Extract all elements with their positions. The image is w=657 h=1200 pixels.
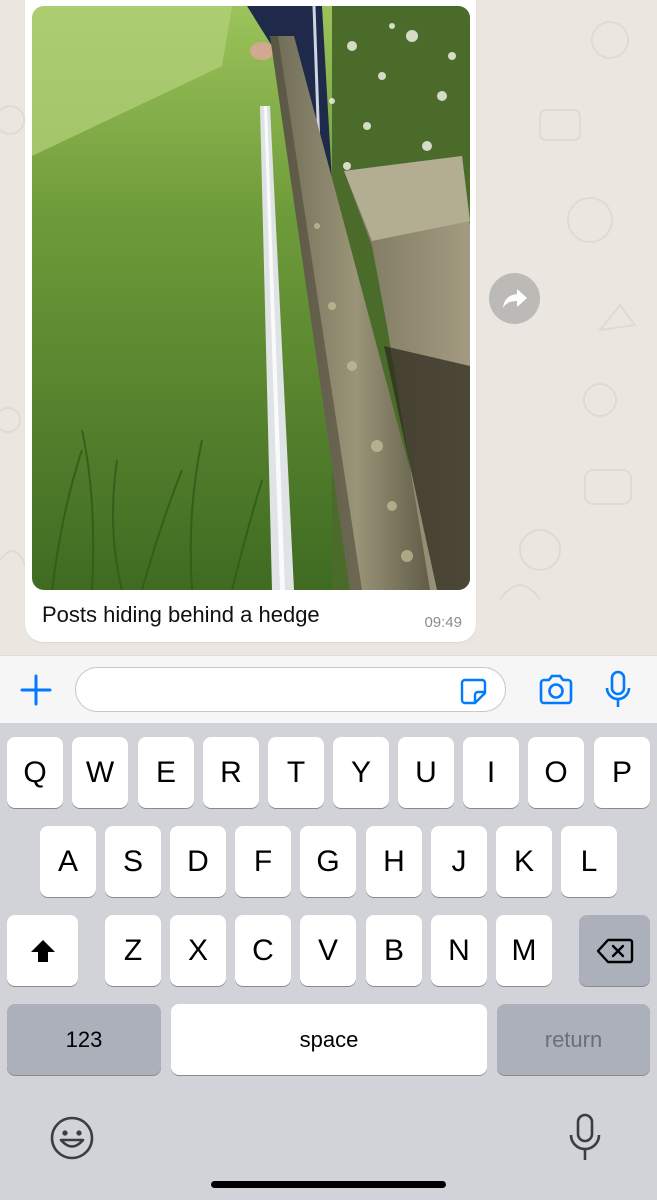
key-m[interactable]: M [496, 915, 552, 986]
home-indicator [211, 1181, 446, 1188]
key-a[interactable]: A [40, 826, 96, 897]
return-key[interactable]: return [497, 1004, 650, 1075]
message-input-bar [0, 655, 657, 724]
key-y[interactable]: Y [333, 737, 389, 808]
key-z[interactable]: Z [105, 915, 161, 986]
key-g[interactable]: G [300, 826, 356, 897]
key-s[interactable]: S [105, 826, 161, 897]
emoji-icon[interactable] [49, 1115, 95, 1161]
key-f[interactable]: F [235, 826, 291, 897]
plus-icon[interactable] [18, 672, 54, 708]
message-photo[interactable] [32, 6, 470, 590]
camera-icon[interactable] [537, 673, 575, 707]
shift-key[interactable] [7, 915, 78, 986]
message-input[interactable] [75, 667, 506, 712]
key-v[interactable]: V [300, 915, 356, 986]
sticker-icon[interactable] [458, 676, 488, 706]
message-caption: Posts hiding behind a hedge [42, 602, 320, 627]
key-w[interactable]: W [72, 737, 128, 808]
dictation-microphone-icon[interactable] [568, 1113, 602, 1163]
forward-button[interactable] [489, 273, 540, 324]
key-c[interactable]: C [235, 915, 291, 986]
message-bubble[interactable]: Posts hiding behind a hedge 09:49 [25, 0, 476, 642]
key-p[interactable]: P [594, 737, 650, 808]
key-t[interactable]: T [268, 737, 324, 808]
shift-arrow-icon [30, 939, 55, 962]
backspace-icon [596, 938, 633, 963]
key-e[interactable]: E [138, 737, 194, 808]
numbers-key[interactable]: 123 [7, 1004, 161, 1075]
key-d[interactable]: D [170, 826, 226, 897]
key-x[interactable]: X [170, 915, 226, 986]
key-q[interactable]: Q [7, 737, 63, 808]
key-o[interactable]: O [528, 737, 584, 808]
message-timestamp: 09:49 [424, 614, 462, 631]
delete-key[interactable] [579, 915, 650, 986]
key-k[interactable]: K [496, 826, 552, 897]
key-u[interactable]: U [398, 737, 454, 808]
forward-arrow-icon [502, 288, 527, 308]
key-b[interactable]: B [366, 915, 422, 986]
photo-image [32, 6, 470, 590]
space-key[interactable]: space [171, 1004, 487, 1075]
key-h[interactable]: H [366, 826, 422, 897]
key-l[interactable]: L [561, 826, 617, 897]
key-i[interactable]: I [463, 737, 519, 808]
microphone-icon[interactable] [604, 670, 632, 710]
key-j[interactable]: J [431, 826, 487, 897]
keyboard: Q W E R T Y U I O P A S D F G H J K L Z … [0, 723, 657, 1200]
chat-area: Posts hiding behind a hedge 09:49 [0, 0, 657, 655]
key-n[interactable]: N [431, 915, 487, 986]
key-r[interactable]: R [203, 737, 259, 808]
